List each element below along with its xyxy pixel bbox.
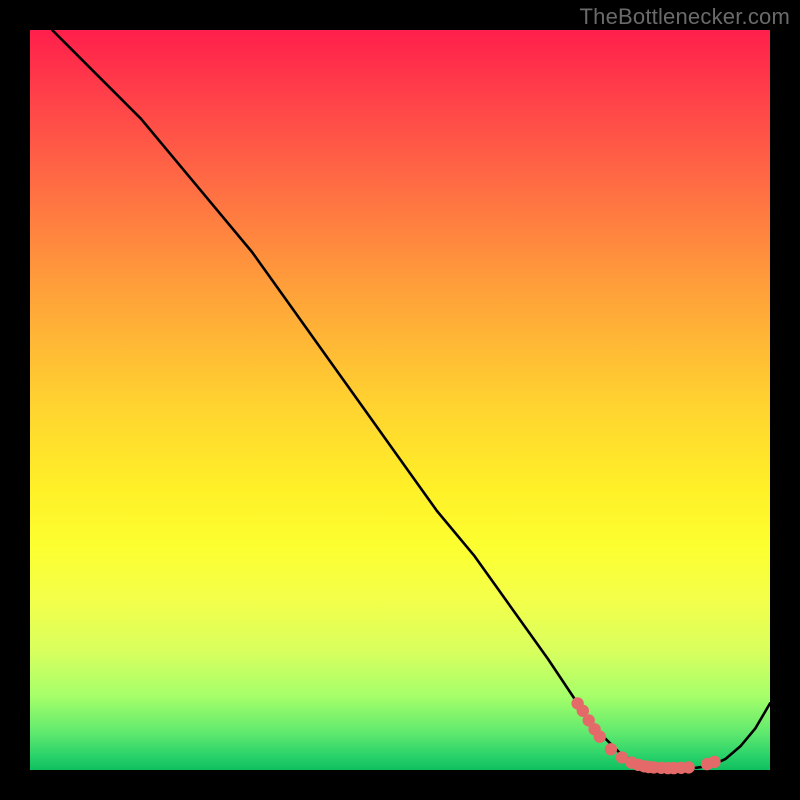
marker-point [708, 756, 720, 768]
curve-svg [30, 30, 770, 770]
chart-frame: TheBottlenecker.com [0, 0, 800, 800]
bottleneck-curve [52, 30, 770, 769]
highlight-markers [571, 697, 720, 774]
marker-point [605, 743, 617, 755]
marker-point [682, 761, 694, 773]
attribution-label: TheBottlenecker.com [580, 4, 790, 30]
plot-area [30, 30, 770, 770]
marker-point [594, 731, 606, 743]
